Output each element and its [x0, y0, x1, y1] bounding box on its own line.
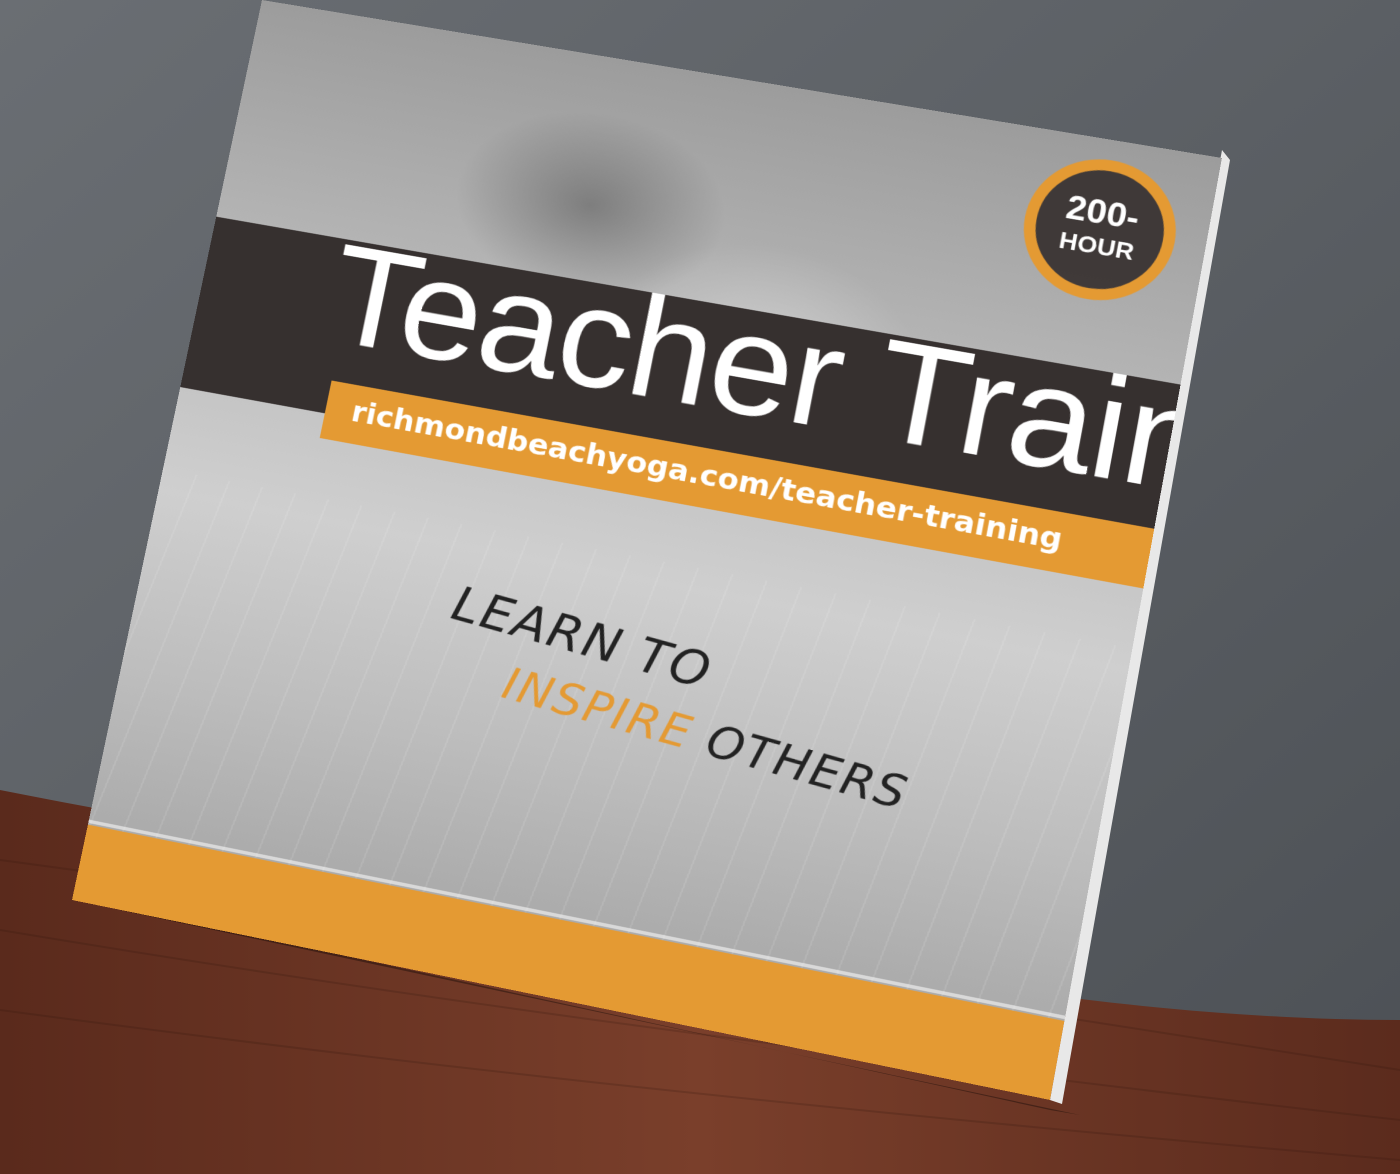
book-cover: Teacher Training richmondbeachyoga.com/t… — [72, 0, 1222, 1100]
scene: Teacher Training richmondbeachyoga.com/t… — [0, 0, 1400, 1174]
